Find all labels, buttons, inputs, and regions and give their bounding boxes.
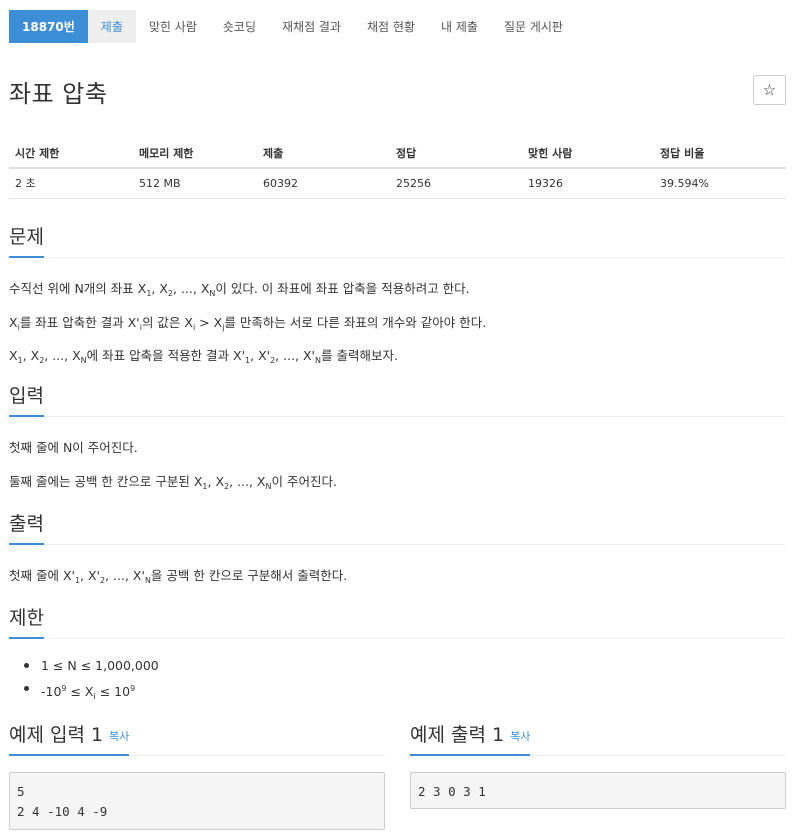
header-accept-ratio: 정답 비율 — [654, 138, 786, 169]
problem-info-table: 시간 제한 메모리 제한 제출 정답 맞힌 사람 정답 비율 2 초 512 M… — [9, 138, 786, 199]
header-solved-users: 맞힌 사람 — [522, 138, 654, 169]
tab-submit[interactable]: 제출 — [87, 10, 136, 43]
tab-solved-users[interactable]: 맞힌 사람 — [136, 10, 210, 43]
list-item: 1 ≤ N ≤ 1,000,000 — [24, 656, 159, 679]
tab-short-coding[interactable]: 숏코딩 — [210, 10, 269, 43]
description-paragraph-1: 수직선 위에 N개의 좌표 X1, X2, ..., XN이 있다. 이 좌표에… — [9, 281, 470, 298]
section-title-sample-input: 예제 입력 1 복사 — [9, 720, 130, 756]
section-description: 문제 — [9, 222, 786, 258]
description-paragraph-3: X1, X2, ..., XN에 좌표 압축을 적용한 결과 X'1, X'2,… — [9, 348, 398, 365]
tab-my-submissions[interactable]: 내 제출 — [428, 10, 491, 43]
value-memory-limit: 512 MB — [133, 168, 257, 199]
value-solved-users: 19326 — [522, 168, 654, 199]
input-paragraph-2: 둘째 줄에는 공백 한 칸으로 구분된 X1, X2, ..., XN이 주어진… — [9, 474, 337, 491]
section-input: 입력 — [9, 381, 786, 417]
section-title-limit: 제한 — [9, 603, 44, 639]
header-memory-limit: 메모리 제한 — [133, 138, 257, 169]
list-item: -109 ≤ Xi ≤ 109 — [24, 679, 159, 702]
table-row: 2 초 512 MB 60392 25256 19326 39.594% — [9, 168, 786, 199]
value-submissions: 60392 — [257, 168, 390, 199]
description-paragraph-2: Xi를 좌표 압축한 결과 X'i의 값은 Xi > Xj를 만족하는 서로 다… — [9, 315, 487, 332]
sample-output-box: 2 3 0 3 1 — [410, 772, 786, 809]
value-time-limit: 2 초 — [9, 168, 133, 199]
tab-judge-status[interactable]: 채점 현황 — [354, 10, 428, 43]
header-submissions: 제출 — [257, 138, 390, 169]
section-sample-input: 예제 입력 1 복사 — [9, 720, 385, 756]
value-accept-ratio: 39.594% — [654, 168, 786, 199]
header-time-limit: 시간 제한 — [9, 138, 133, 169]
section-limit: 제한 — [9, 603, 786, 639]
input-paragraph-1: 첫째 줄에 N이 주어진다. — [9, 440, 138, 455]
sample-input-box: 5 2 4 -10 4 -9 — [9, 772, 385, 830]
star-button[interactable]: ☆ — [753, 75, 786, 105]
section-title-output: 출력 — [9, 509, 44, 545]
copy-sample-output-button[interactable]: 복사 — [510, 730, 530, 743]
copy-sample-input-button[interactable]: 복사 — [109, 730, 129, 743]
output-paragraph-1: 첫째 줄에 X'1, X'2, ..., X'N을 공백 한 칸으로 구분해서 … — [9, 568, 348, 585]
star-icon: ☆ — [762, 81, 777, 99]
value-accepted: 25256 — [390, 168, 522, 199]
header-accepted: 정답 — [390, 138, 522, 169]
limits-list: 1 ≤ N ≤ 1,000,000 -109 ≤ Xi ≤ 109 — [24, 656, 159, 702]
section-title-input: 입력 — [9, 381, 44, 417]
page-title: 좌표 압축 — [9, 80, 108, 108]
tab-rejudge-results[interactable]: 재채점 결과 — [269, 10, 354, 43]
section-sample-output: 예제 출력 1 복사 — [410, 720, 786, 756]
section-title-sample-output: 예제 출력 1 복사 — [410, 720, 531, 756]
problem-nav: 18870번 제출 맞힌 사람 숏코딩 재채점 결과 채점 현황 내 제출 질문… — [9, 10, 576, 43]
section-title-description: 문제 — [9, 222, 44, 258]
section-output: 출력 — [9, 509, 786, 545]
tab-question-board[interactable]: 질문 게시판 — [491, 10, 576, 43]
tab-problem-number[interactable]: 18870번 — [9, 10, 88, 43]
